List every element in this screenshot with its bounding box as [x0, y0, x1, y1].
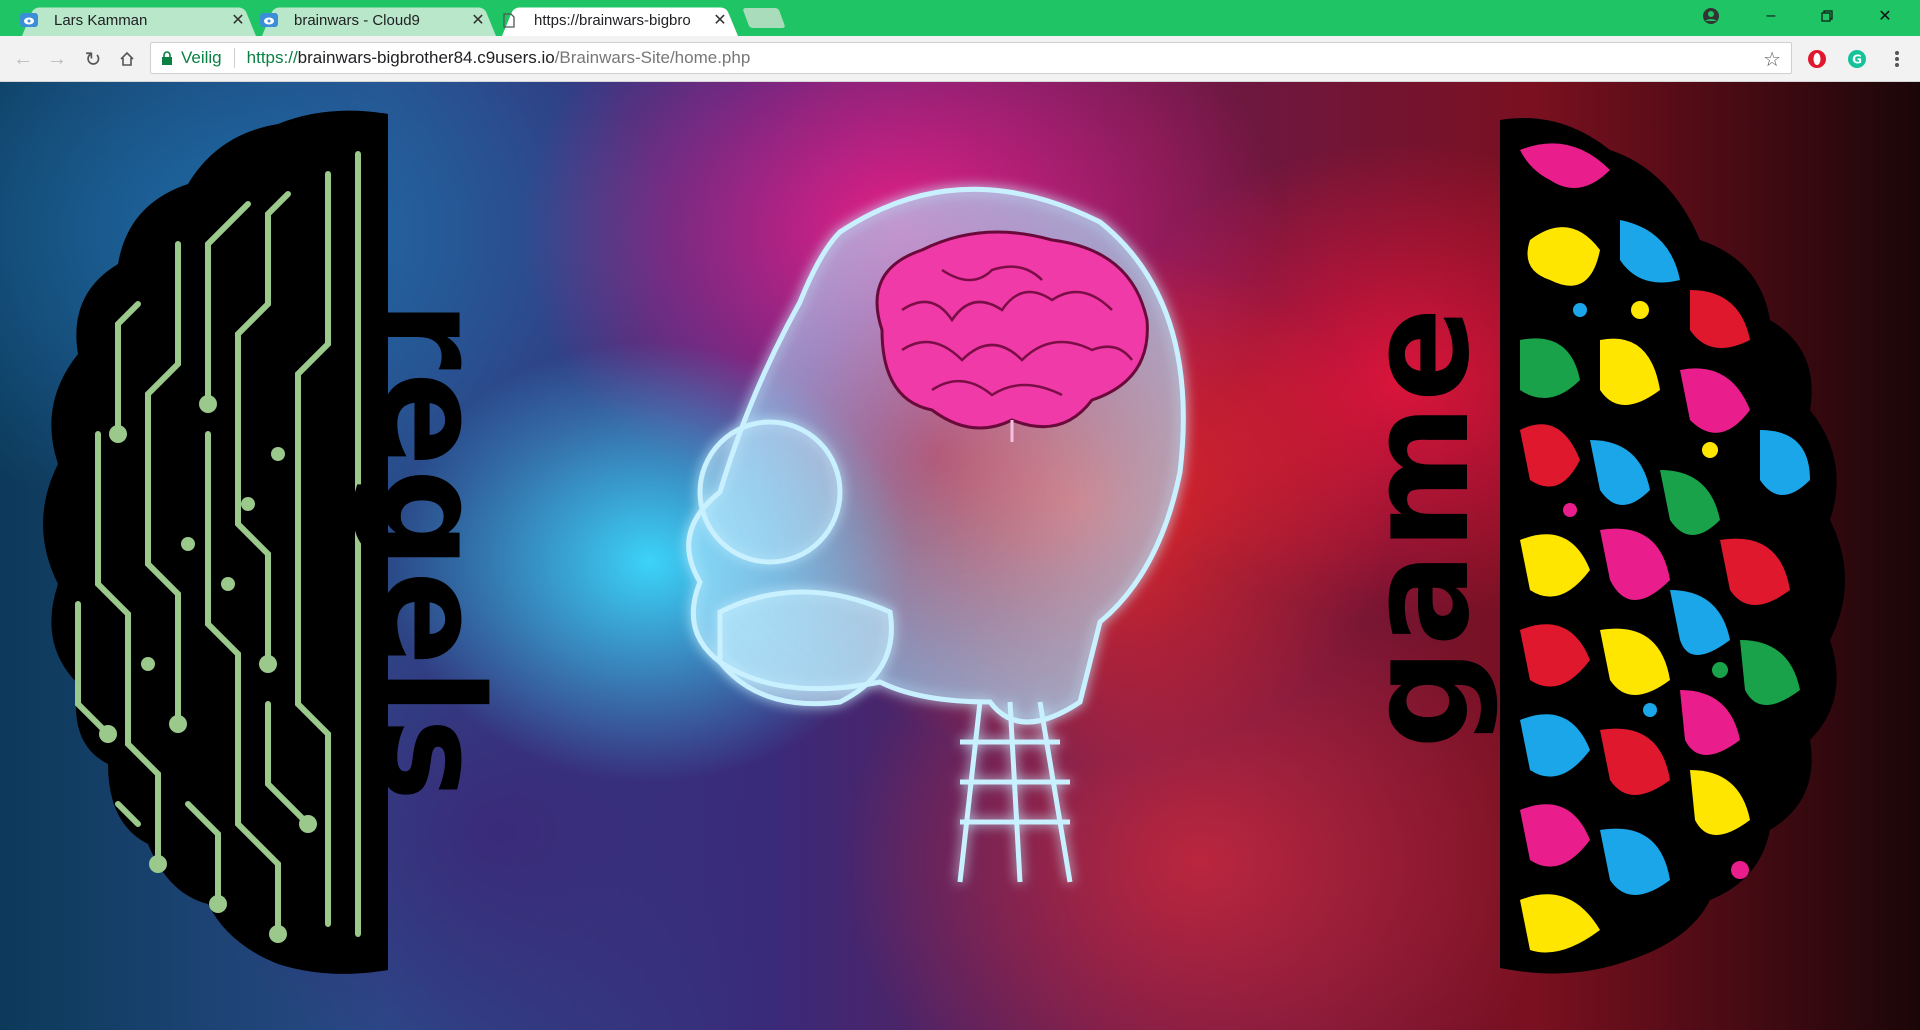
new-tab-button[interactable]: [742, 8, 786, 28]
close-icon[interactable]: ✕: [230, 10, 246, 30]
pink-brain-image[interactable]: [862, 230, 1150, 442]
close-icon[interactable]: ✕: [470, 10, 486, 30]
tab-title: https://brainwars-bigbro: [534, 11, 691, 29]
svg-text:G: G: [1852, 53, 1862, 67]
regels-link[interactable]: regels: [349, 301, 512, 803]
page-background: regels game: [0, 82, 1920, 1030]
tab-strip: Lars Kamman ✕ brainwars - Cloud9 ✕ https…: [0, 0, 1920, 36]
menu-kebab-icon[interactable]: [1884, 46, 1910, 72]
profile-icon[interactable]: [1688, 0, 1734, 32]
close-icon[interactable]: ✕: [712, 10, 728, 30]
back-arrow-icon[interactable]: ←: [10, 46, 36, 72]
url-scheme: https://: [246, 48, 298, 67]
home-icon[interactable]: [114, 46, 140, 72]
secure-label: Veilig: [181, 48, 222, 67]
tab-brainwars-cloud9[interactable]: brainwars - Cloud9 ✕: [260, 4, 496, 36]
colorful-brain-image[interactable]: [1490, 110, 1870, 978]
tab-title: Lars Kamman: [54, 11, 148, 29]
url-host: brainwars-bigbrother84.c9users.io: [297, 48, 555, 67]
tab-title: brainwars - Cloud9: [294, 11, 420, 29]
forward-arrow-icon[interactable]: →: [44, 46, 70, 72]
divider: [233, 48, 235, 68]
circuit-brain-image[interactable]: [28, 104, 398, 980]
restore-icon[interactable]: [1804, 0, 1850, 32]
grammarly-extension-icon[interactable]: G: [1844, 46, 1870, 72]
browser-toolbar: ← → ↻ Veilig https:// brainwars-bigbroth…: [0, 36, 1920, 82]
document-icon: [500, 12, 518, 28]
address-bar[interactable]: Veilig https:// brainwars-bigbrother84.c…: [150, 42, 1792, 74]
opera-extension-icon[interactable]: [1804, 46, 1830, 72]
cloud9-icon: [20, 13, 38, 27]
cloud9-icon: [260, 13, 278, 27]
minimize-icon[interactable]: –: [1748, 0, 1794, 32]
lock-icon: [161, 51, 173, 65]
url-path: /Brainwars-Site/home.php: [554, 48, 751, 67]
reload-icon[interactable]: ↻: [80, 46, 106, 72]
tab-lars-kamman[interactable]: Lars Kamman ✕: [20, 4, 256, 36]
bookmark-star-icon[interactable]: ☆: [1763, 47, 1781, 72]
game-link[interactable]: game: [1338, 305, 1501, 749]
tab-brainwars-site[interactable]: https://brainwars-bigbro ✕: [502, 4, 738, 36]
close-window-icon[interactable]: ✕: [1862, 0, 1908, 32]
